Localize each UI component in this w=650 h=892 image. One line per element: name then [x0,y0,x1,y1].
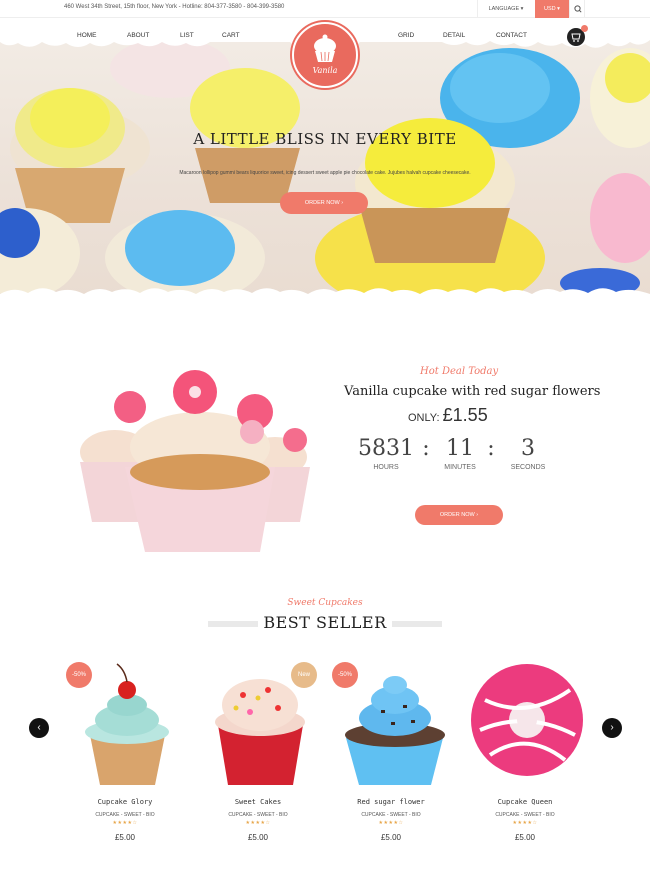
nav-cart[interactable]: CART [222,32,240,39]
deal-price: ONLY: £1.55 [408,405,488,426]
product-price: £5.00 [114,833,136,842]
countdown-hours: 5831 [358,436,414,461]
product-rating: ★★★★☆ [245,820,271,826]
product-tags: CUPCAKE - SWEET - BIO [228,812,288,818]
new-badge: New [291,662,317,688]
product-name[interactable]: Red sugar flower [326,798,456,806]
countdown-minutes: 11 [446,436,474,461]
chevron-left-icon: ‹ [37,722,41,733]
product-card[interactable]: Cupcake Queen CUPCAKE - SWEET - BIO ★★★★… [460,660,590,850]
hero-title: A LITTLE BLISS IN EVERY BITE [193,130,457,148]
language-selector[interactable]: LANGUAGE ▾ [477,0,534,18]
product-card[interactable]: -50% Red sugar flower CUPCAKE - SWEET - … [326,660,456,850]
top-bar: 460 West 34th Street, 15th floor, New Yo… [0,0,650,18]
product-image [471,664,583,776]
deal-product-name: Vanilla cupcake with red sugar flowers [344,384,601,399]
product-name[interactable]: Cupcake Glory [60,798,190,806]
countdown-minutes-label: MINUTES [444,464,476,471]
carousel-prev-button[interactable]: ‹ [29,718,49,738]
contact-info: 460 West 34th Street, 15th floor, New Yo… [64,4,285,10]
product-name[interactable]: Sweet Cakes [193,798,323,806]
countdown-hours-label: HOURS [373,464,399,471]
cart-count-badge [581,25,588,32]
product-tags: CUPCAKE - SWEET - BIO [495,812,555,818]
cart-button[interactable] [567,25,588,46]
deal-order-button[interactable]: ORDER NOW › [415,505,503,525]
product-rating: ★★★★☆ [112,820,138,826]
hero-subtitle: Macaroon lollipop gummi bears liquorice … [179,170,471,176]
bestseller-script-title: Sweet Cupcakes [287,598,363,608]
bestseller-title: BEST SELLER [263,613,387,632]
product-card[interactable]: New Sweet Cakes CUPCAKE - SWEET - BIO ★★… [193,660,323,850]
product-price: £5.00 [380,833,402,842]
logo-text: Vanila [312,66,338,75]
countdown-sep-2: : [487,436,495,461]
only-label: ONLY: [408,412,440,424]
site-logo[interactable]: Vanila [292,22,358,88]
product-rating: ★★★★☆ [512,820,538,826]
product-card[interactable]: -50% Cupcake Glory CUPCAKE - SWEET - BIO… [60,660,190,850]
nav-contact[interactable]: CONTACT [496,32,527,39]
nav-list[interactable]: LIST [180,32,194,39]
currency-selector[interactable]: USD ▾ [535,0,569,18]
nav-detail[interactable]: DETAIL [443,32,465,39]
deal-script-title: Hot Deal Today [420,366,499,377]
product-price: £5.00 [514,833,536,842]
sale-badge: -50% [332,662,358,688]
nav-grid[interactable]: GRID [398,32,414,39]
product-rating: ★★★★☆ [378,820,404,826]
product-tags: CUPCAKE - SWEET - BIO [95,812,155,818]
cupcake-logo-icon [314,34,336,62]
product-tags: CUPCAKE - SWEET - BIO [361,812,421,818]
countdown-sep-1: : [422,436,430,461]
search-button[interactable] [569,0,585,18]
deal-cupcake-image [80,370,310,552]
chevron-right-icon: › [610,722,614,733]
deal-price-amount: £1.55 [442,405,488,425]
sale-badge: -50% [66,662,92,688]
search-icon [574,5,582,13]
nav-about[interactable]: ABOUT [127,32,149,39]
carousel-next-button[interactable]: › [602,718,622,738]
countdown-seconds-label: SECONDS [510,464,546,471]
scallop-bottom-border [0,288,650,304]
hero-order-button[interactable]: ORDER NOW › [280,192,368,214]
countdown-seconds: 3 [521,436,535,461]
nav-home[interactable]: HOME [77,32,97,39]
product-price: £5.00 [247,833,269,842]
product-name[interactable]: Cupcake Queen [460,798,590,806]
